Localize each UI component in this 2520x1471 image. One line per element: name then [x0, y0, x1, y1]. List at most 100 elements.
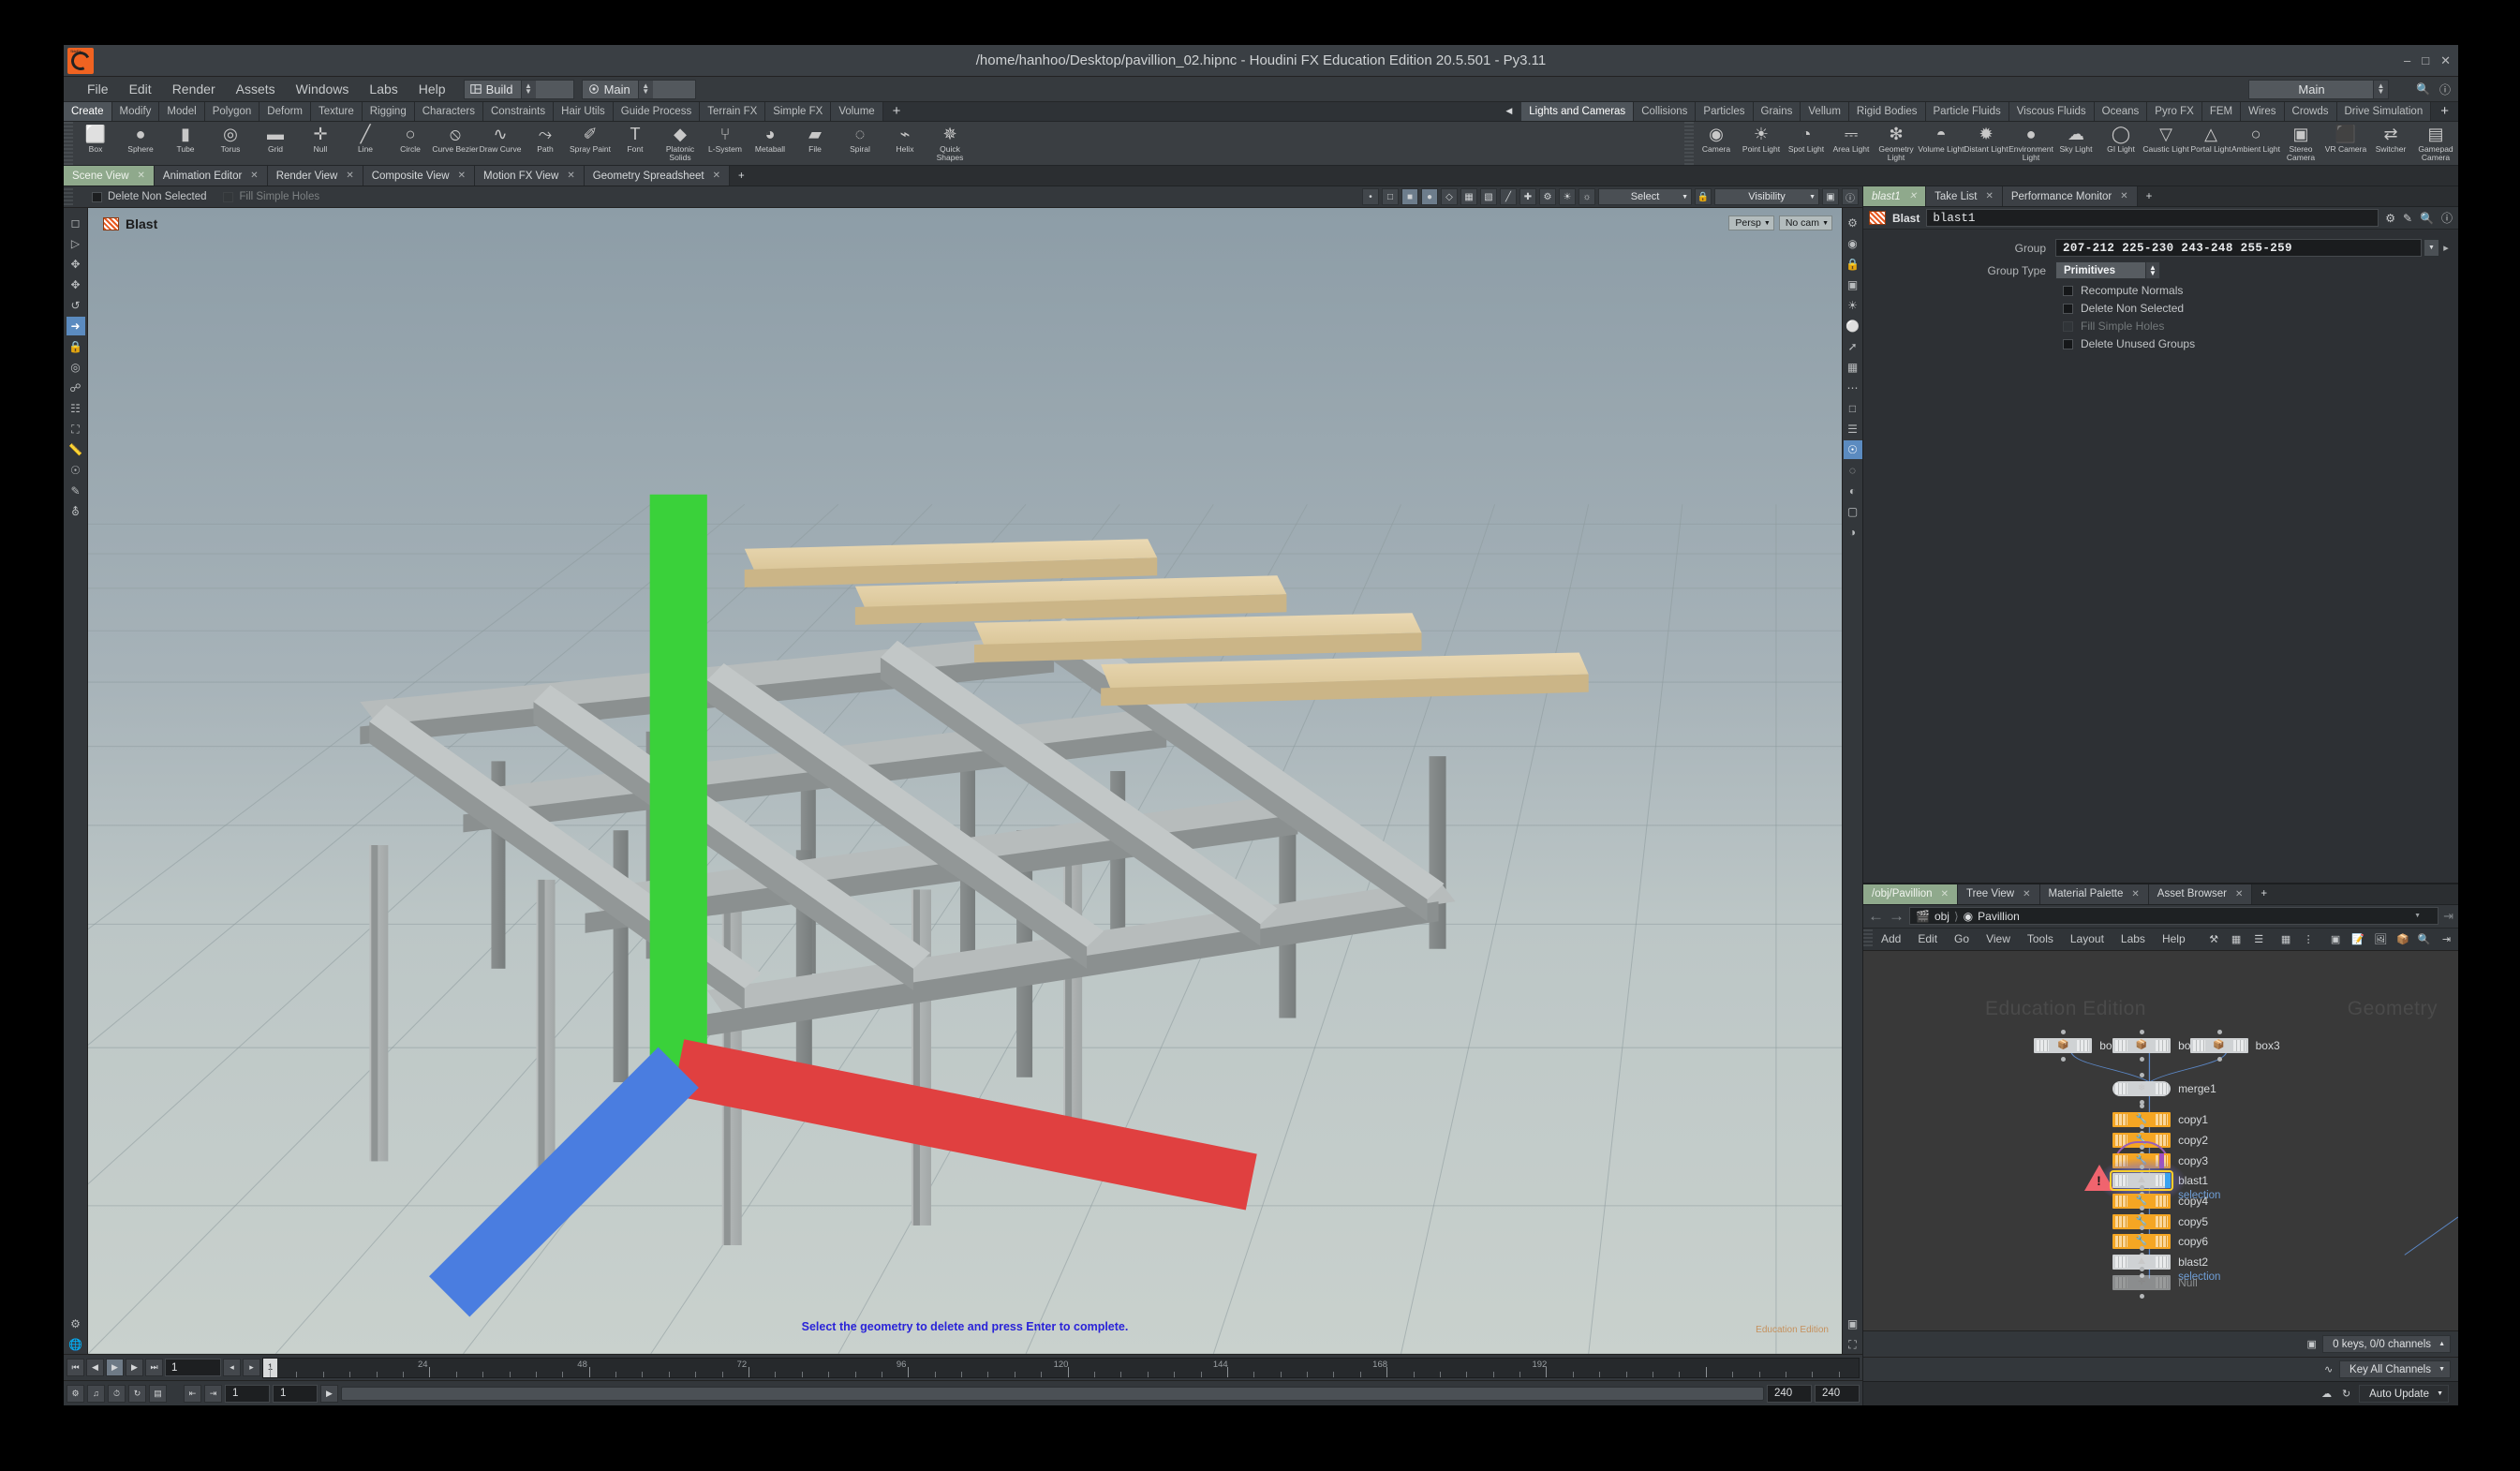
node-input-connector[interactable] [2140, 1029, 2145, 1034]
param-checkbox-recompute-normals[interactable]: Recompute Normals [2063, 284, 2453, 297]
shelf-item-file[interactable]: ▰ File [793, 122, 838, 165]
group-display-icon[interactable]: ☰ [1844, 420, 1862, 438]
viewport-help-icon[interactable]: ⓘ [1842, 188, 1859, 205]
node-flag-strip-left[interactable] [2115, 1175, 2128, 1187]
shelf-item-area-light[interactable]: ⎓ Area Light [1829, 122, 1874, 165]
note-icon[interactable]: 📝 [2351, 932, 2365, 946]
scene-pane-tab-composite-view[interactable]: Composite View ✕ [363, 166, 475, 186]
shelf-tab-lights-and-cameras[interactable]: Lights and Cameras [1521, 102, 1635, 121]
network-node-box1[interactable]: 📦box1 [2034, 1029, 2124, 1062]
shelf-item-spiral[interactable]: ◌ Spiral [838, 122, 882, 165]
desktop-build-combo[interactable]: Build ▲ ▼ [463, 79, 574, 99]
guide-display-icon[interactable]: ☉ [1843, 440, 1862, 459]
display-handle-icon[interactable]: ✚ [1519, 188, 1536, 205]
add-network-tab-button[interactable]: + [2252, 884, 2276, 904]
node-flag-strip-left[interactable] [2115, 1154, 2128, 1166]
menu-file[interactable]: File [77, 77, 119, 102]
info-icon[interactable]: ⓘ [2441, 210, 2453, 226]
node-output-connector[interactable] [2216, 1056, 2222, 1062]
network-menu-tools[interactable]: Tools [2019, 928, 2062, 950]
minimize-button[interactable]: – [2404, 53, 2410, 67]
shelf-item-camera[interactable]: ◉ Camera [1694, 122, 1739, 165]
select-tool-icon[interactable]: ▷ [67, 234, 85, 253]
tools-wrench-icon[interactable]: ⚒ [2207, 932, 2221, 946]
display-measure-icon[interactable]: ╱ [1500, 188, 1517, 205]
display-material-icon[interactable]: ☀ [1559, 188, 1576, 205]
node-flag-strip-right[interactable] [2156, 1276, 2169, 1288]
node-flag-strip-left[interactable] [2115, 1236, 2128, 1247]
shelf-item-sphere[interactable]: ● Sphere [118, 122, 163, 165]
playback-range-slider[interactable] [341, 1386, 1764, 1401]
point-markers-icon[interactable]: ⋯ [1844, 379, 1862, 397]
shelf-item-box[interactable]: ⬜ Box [73, 122, 118, 165]
close-tab-icon[interactable]: ✕ [138, 171, 145, 181]
rotate-tool-icon[interactable]: ↺ [67, 296, 85, 315]
display-snap-icon[interactable]: ⚙ [1539, 188, 1556, 205]
selection-mode-combo[interactable]: Select ▼ [1598, 188, 1692, 205]
network-node-copy5[interactable]: 🔧 copy5 [2112, 1205, 2208, 1238]
shelf-item-grid[interactable]: ▬ Grid [253, 122, 298, 165]
network-path-field[interactable]: 🎬 obj ⟩ ◉ Pavillion ▼ [1909, 907, 2439, 925]
network-tab--obj-pavillion[interactable]: /obj/Pavillion ✕ [1863, 884, 1958, 904]
node-flag-strip-left[interactable] [2037, 1039, 2050, 1051]
menu-render[interactable]: Render [162, 77, 226, 102]
node-input-connector[interactable] [2140, 1144, 2145, 1150]
node-flag-strip-right[interactable] [2156, 1039, 2169, 1051]
close-button[interactable]: ✕ [2440, 53, 2451, 68]
shelf-item-geometry-light[interactable]: ❇ Geometry Light [1874, 122, 1919, 165]
network-menu-help[interactable]: Help [2154, 928, 2194, 950]
snapshot-icon[interactable]: ▣ [2329, 932, 2343, 946]
playbar-settings-icon[interactable]: ⚙ [67, 1384, 84, 1403]
go-to-end-button[interactable]: ⏭ [145, 1359, 163, 1376]
shelf-item-environment-light[interactable]: ● Environment Light [2009, 122, 2053, 165]
node-body[interactable]: 📦 [2189, 1037, 2248, 1053]
shelf-item-sky-light[interactable]: ☁ Sky Light [2053, 122, 2098, 165]
shelf-tab-characters[interactable]: Characters [414, 102, 483, 121]
paintbrush-icon[interactable]: ✎ [2403, 212, 2412, 225]
right-main-spinner[interactable]: ▲ ▼ [2373, 80, 2388, 98]
node-flag-strip-right[interactable] [2232, 1039, 2246, 1051]
selection-lock-icon[interactable]: 🔒 [1695, 188, 1712, 205]
shelf-item-tube[interactable]: ▮ Tube [163, 122, 208, 165]
shelf-tab-deform[interactable]: Deform [259, 102, 311, 121]
node-flag-strip-left[interactable] [2115, 1039, 2128, 1051]
channel-curve-icon[interactable]: ∿ [2321, 1362, 2335, 1376]
node-template-flag[interactable] [2165, 1173, 2172, 1189]
display-options-icon[interactable]: ⚙ [1844, 214, 1862, 232]
network-pin-icon[interactable]: ⇥ [2439, 932, 2453, 946]
display-uv-icon[interactable]: ▦ [1460, 188, 1477, 205]
network-tab-asset-browser[interactable]: Asset Browser ✕ [2148, 884, 2253, 904]
range-second-field[interactable]: 1 [273, 1384, 318, 1403]
prim-markers-icon[interactable]: □ [1844, 399, 1862, 418]
node-render-flag[interactable] [2159, 1152, 2165, 1168]
brush-tool-icon[interactable]: ✎ [67, 482, 85, 500]
node-output-connector[interactable] [2140, 1293, 2145, 1299]
shelf-tab-particle-fluids[interactable]: Particle Fluids [1925, 102, 2009, 121]
hierarchy-icon[interactable]: ▦ [2230, 932, 2244, 946]
play-button[interactable]: ▶ [106, 1359, 124, 1376]
close-tab-icon[interactable]: ✕ [567, 171, 574, 181]
scale-tool-icon[interactable]: ⛶ [67, 420, 85, 438]
node-body[interactable]: ❄ [2112, 1081, 2172, 1097]
param-checkbox-delete-unused-groups[interactable]: Delete Unused Groups [2063, 337, 2453, 350]
magnet-tool-icon[interactable]: ☍ [67, 379, 85, 397]
group-value-field[interactable]: 207-212 225-230 243-248 255-259 [2055, 239, 2422, 257]
shelf-item-font[interactable]: T Font [613, 122, 658, 165]
path-leaf-label[interactable]: Pavillion [1978, 910, 2020, 923]
node-output-connector[interactable] [2061, 1056, 2067, 1062]
shelf-item-line[interactable]: ╱ Line [343, 122, 388, 165]
gear-icon[interactable]: ⚙ [2385, 212, 2395, 225]
network-tab-material-palette[interactable]: Material Palette ✕ [2039, 884, 2149, 904]
backface-display-icon[interactable]: ◐ [1844, 482, 1862, 500]
normals-display-icon[interactable]: ➚ [1844, 337, 1862, 356]
shelf-tab-create[interactable]: Create [64, 102, 112, 121]
shelf-item-volume-light[interactable]: ◓ Volume Light [1918, 122, 1964, 165]
range-play-icon[interactable]: ▶ [320, 1384, 338, 1403]
go-to-start-button[interactable]: ⏮ [67, 1359, 84, 1376]
keys-status-combo[interactable]: 0 keys, 0/0 channels ▲ [2322, 1335, 2451, 1353]
shelf-item-path[interactable]: ⤳ Path [523, 122, 568, 165]
snap-tool-icon[interactable]: ◎ [67, 358, 85, 377]
visibility-combo[interactable]: Visibility ▼ [1714, 188, 1819, 205]
node-body[interactable]: 📦 [2112, 1037, 2172, 1053]
node-input-connector[interactable] [2216, 1029, 2222, 1034]
